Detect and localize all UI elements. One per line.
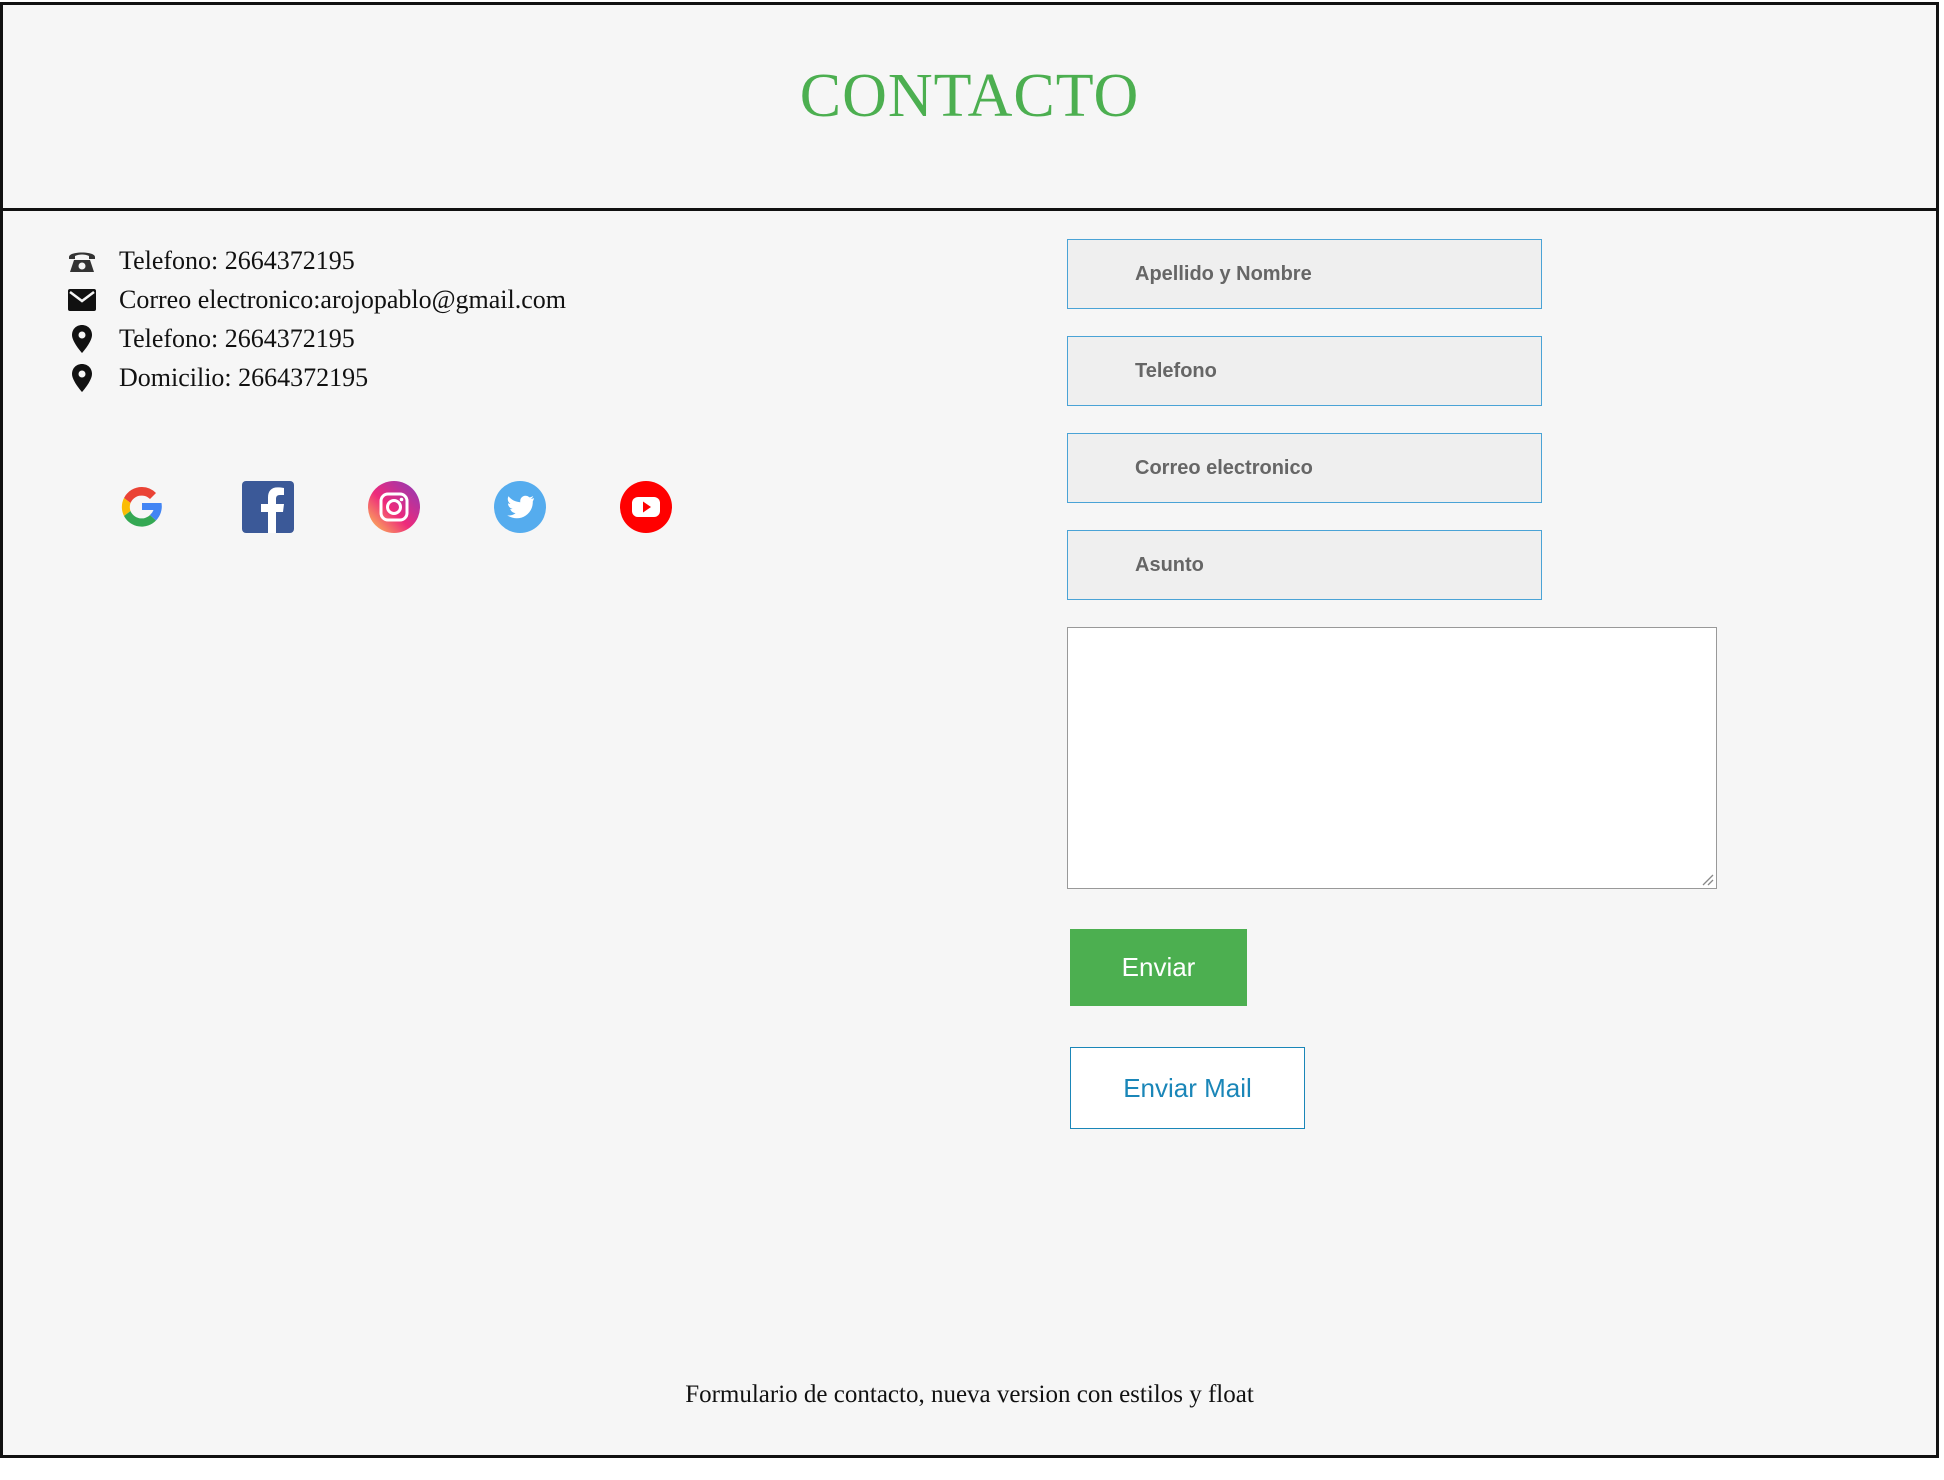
header: CONTACTO <box>3 5 1936 211</box>
contact-form: Apellido y Nombre Telefono Correo electr… <box>1067 239 1717 1129</box>
send-mail-button[interactable]: Enviar Mail <box>1070 1047 1305 1129</box>
mail-icon <box>67 285 97 315</box>
twitter-icon[interactable] <box>494 481 546 533</box>
email-field[interactable]: Correo electronico <box>1067 433 1542 503</box>
resize-handle-icon[interactable] <box>1698 870 1714 886</box>
page-title: CONTACTO <box>799 62 1140 130</box>
location-pin-icon <box>67 324 97 354</box>
message-textarea[interactable] <box>1067 627 1717 889</box>
instagram-icon[interactable] <box>368 481 420 533</box>
info-text: Domicilio: 2664372195 <box>119 362 369 392</box>
social-links <box>116 481 746 533</box>
info-text: Telefono: 2664372195 <box>119 245 355 275</box>
send-button[interactable]: Enviar <box>1070 929 1247 1006</box>
facebook-icon[interactable] <box>242 481 294 533</box>
page-frame: CONTACTO Telefono: 2664372195 Correo ele… <box>0 2 1939 1458</box>
info-row-address: Domicilio: 2664372195 <box>67 358 566 397</box>
phone-icon <box>67 246 97 276</box>
info-row-email: Correo electronico:arojopablo@gmail.com <box>67 280 566 319</box>
contact-info: Telefono: 2664372195 Correo electronico:… <box>67 241 566 397</box>
info-text: Correo electronico:arojopablo@gmail.com <box>119 284 567 314</box>
phone-field[interactable]: Telefono <box>1067 336 1542 406</box>
info-row-phone-2: Telefono: 2664372195 <box>67 319 566 358</box>
info-row-phone: Telefono: 2664372195 <box>67 241 566 280</box>
subject-field[interactable]: Asunto <box>1067 530 1542 600</box>
youtube-icon[interactable] <box>620 481 672 533</box>
footer-text: Formulario de contacto, nueva version co… <box>685 1381 1254 1408</box>
google-icon[interactable] <box>116 481 168 533</box>
location-pin-icon <box>67 363 97 393</box>
info-text: Telefono: 2664372195 <box>119 323 355 353</box>
name-field[interactable]: Apellido y Nombre <box>1067 239 1542 309</box>
